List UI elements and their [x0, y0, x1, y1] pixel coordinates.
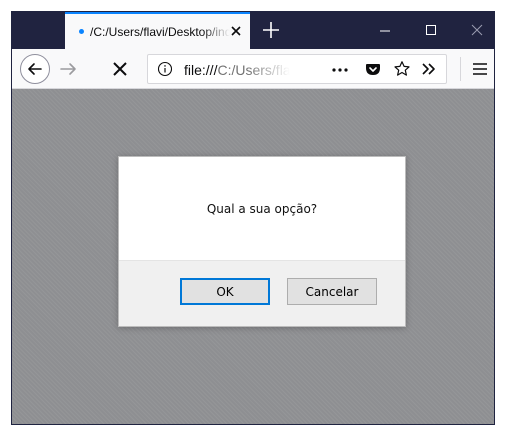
toolbar-divider [460, 57, 461, 81]
dialog-footer: OK Cancelar [119, 260, 405, 326]
maximize-button[interactable] [408, 12, 454, 49]
bookmark-button[interactable] [393, 60, 411, 78]
url-host: C:/Users/flavi/Desktop/index.html [217, 62, 290, 78]
cancel-button[interactable]: Cancelar [287, 278, 377, 305]
ok-button[interactable]: OK [180, 278, 270, 305]
page-actions-button[interactable] [331, 61, 349, 77]
new-tab-button[interactable] [259, 18, 283, 42]
url-text[interactable]: file:///C:/Users/flavi/Desktop/index.htm… [184, 62, 290, 78]
plus-icon [263, 22, 279, 38]
star-icon [394, 61, 410, 76]
tab-close-icon[interactable] [228, 23, 244, 39]
close-icon [471, 24, 483, 36]
menu-button[interactable] [470, 59, 490, 79]
address-bar[interactable]: file:///C:/Users/flavi/Desktop/index.htm… [147, 54, 447, 84]
url-scheme: file:/// [184, 62, 218, 78]
pocket-button[interactable] [365, 61, 381, 77]
browser-window: /C:/Users/flavi/Desktop/index.html [11, 11, 495, 425]
arrow-right-icon [60, 63, 76, 75]
minimize-icon [380, 30, 390, 32]
page-content-overlay: Qual a sua opção? OK Cancelar [12, 89, 494, 424]
dialog-message: Qual a sua opção? [206, 202, 318, 216]
ellipsis-icon [332, 68, 348, 72]
forward-button[interactable] [56, 57, 80, 81]
loading-dot-icon [79, 29, 84, 34]
stop-button[interactable] [108, 57, 132, 81]
arrow-left-icon [28, 63, 42, 75]
dialog-body: Qual a sua opção? [119, 157, 405, 260]
tab-title: /C:/Users/flavi/Desktop/index.html [90, 24, 230, 39]
overflow-button[interactable] [420, 61, 438, 77]
pocket-icon [366, 64, 380, 75]
hamburger-icon [473, 63, 487, 75]
info-icon[interactable] [157, 61, 173, 77]
chevron-double-right-icon [422, 63, 435, 75]
confirm-dialog: Qual a sua opção? OK Cancelar [118, 156, 406, 327]
navigation-toolbar: file:///C:/Users/flavi/Desktop/index.htm… [12, 49, 494, 89]
stop-icon [113, 62, 127, 76]
window-close-button[interactable] [454, 12, 494, 49]
tab-bar: /C:/Users/flavi/Desktop/index.html [12, 12, 494, 49]
maximize-icon [426, 25, 436, 35]
tab-active[interactable]: /C:/Users/flavi/Desktop/index.html [65, 12, 250, 49]
back-button[interactable] [20, 54, 50, 84]
minimize-button[interactable] [362, 12, 408, 49]
